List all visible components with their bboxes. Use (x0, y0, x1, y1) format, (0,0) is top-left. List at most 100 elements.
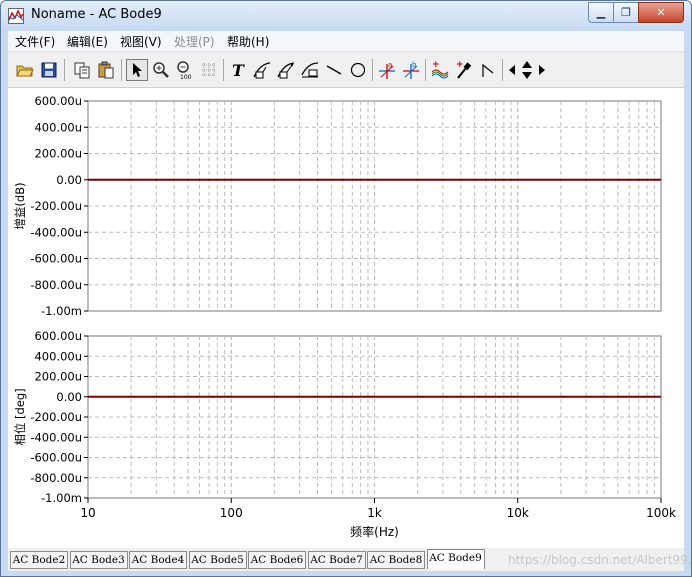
x-tick-label: 10k (507, 506, 529, 520)
move-right-button[interactable] (535, 59, 549, 81)
cursor-a-icon: a (379, 61, 395, 79)
text-tool-button[interactable]: T (227, 59, 249, 81)
gain-y-tick-label: -800.00u (30, 278, 82, 292)
gain-y-axis-label: 增益(dB) (13, 182, 27, 229)
tab-ac-bode5[interactable]: AC Bode5 (188, 551, 247, 569)
circle-tool-button[interactable] (347, 59, 369, 81)
line-icon (326, 65, 342, 75)
phase-y-tick-label: 600.00u (34, 329, 82, 343)
zoom-in-icon (153, 62, 169, 78)
gain-y-tick-label: 200.00u (34, 147, 82, 161)
grid-button[interactable] (198, 59, 220, 81)
grid-icon (202, 63, 216, 77)
x-axis-label: 频率(Hz) (350, 524, 399, 539)
close-icon: ✕ (656, 6, 666, 19)
select-tool-button[interactable] (126, 59, 148, 81)
gain-y-tick-label: 0.00 (56, 173, 82, 187)
client-area: 文件(F) 编辑(E) 视图(V) 处理(P) 帮助(H) 100 T a b … (8, 31, 691, 571)
cursor-a-button[interactable]: a (376, 59, 398, 81)
menu-help[interactable]: 帮助(H) (227, 33, 269, 50)
tab-ac-bode3[interactable]: AC Bode3 (69, 551, 128, 569)
toolbar-separator (223, 59, 224, 81)
phase-y-tick-label: -400.00u (30, 430, 82, 444)
line-tool-button[interactable] (323, 59, 345, 81)
cursor-b-icon: b (403, 61, 419, 79)
bode-plot[interactable]: 600.00u 400.00u 200.00u 0.00 -200.00u -400.00… (8, 88, 684, 548)
window-title: Noname - AC Bode9 (31, 7, 162, 22)
curves-icon: + (431, 60, 449, 79)
x-tick-label: 100 (220, 506, 243, 520)
pointer-icon (133, 63, 142, 77)
move-left-button[interactable] (505, 59, 519, 81)
pick-color-button[interactable]: + (453, 59, 475, 81)
menu-process[interactable]: 处理(P) (174, 33, 215, 50)
toolbar-separator (372, 59, 373, 81)
zoom-in-button[interactable] (150, 59, 172, 81)
menu-bar: 文件(F) 编辑(E) 视图(V) 处理(P) 帮助(H) (8, 31, 684, 52)
save-icon (41, 62, 57, 78)
arrow-left-icon (509, 65, 515, 75)
gain-y-tick-label: -600.00u (30, 252, 82, 266)
tab-ac-bode9[interactable]: AC Bode9 (426, 549, 485, 569)
label-1-button[interactable] (251, 59, 273, 81)
svg-text:+: + (432, 60, 440, 70)
x-tick-label: 1k (367, 506, 382, 520)
toolbar-separator (121, 59, 122, 81)
move-updown-button[interactable] (518, 59, 536, 81)
minimize-button[interactable]: ▁ (588, 2, 614, 23)
zoom-100-icon: 100 (177, 61, 192, 80)
tab-ac-bode8[interactable]: AC Bode8 (367, 551, 425, 569)
phase-y-tick-label: 400.00u (34, 349, 82, 363)
toolbar: 100 T a b + + (8, 53, 684, 88)
menu-view[interactable]: 视图(V) (120, 33, 162, 50)
toolbar-separator (425, 59, 426, 81)
label-3-icon (301, 62, 319, 78)
paste-icon (98, 61, 114, 79)
save-button[interactable] (38, 59, 60, 81)
app-window: Noname - AC Bode9 ▁ ❐ ✕ 文件(F) 编辑(E) 视图(V… (0, 0, 692, 577)
tab-ac-bode6[interactable]: AC Bode6 (248, 551, 306, 569)
gain-y-tick-label: 600.00u (34, 94, 82, 108)
phase-y-tick-label: -200.00u (30, 410, 82, 424)
phase-y-tick-label: 200.00u (34, 370, 82, 384)
zoom-100-button[interactable]: 100 (174, 59, 196, 81)
gain-y-tick-label: -1.00m (41, 304, 82, 318)
zoom-100-label: 100 (180, 74, 192, 80)
tab-ac-bode4[interactable]: AC Bode4 (129, 551, 187, 569)
svg-text:a: a (388, 61, 392, 69)
step-button[interactable] (477, 59, 499, 81)
copy-icon (74, 62, 90, 79)
tab-ac-bode7[interactable]: AC Bode7 (307, 551, 366, 569)
watermark-text: https://blog.csdn.net/Albert992 (508, 553, 692, 567)
toolbar-separator (502, 59, 503, 81)
label-2-icon (277, 62, 295, 79)
gain-y-tick-label: -200.00u (30, 199, 82, 213)
arrow-right-icon (539, 65, 545, 75)
svg-text:+: + (456, 60, 464, 70)
label-3-button[interactable] (299, 59, 321, 81)
x-tick-label: 10 (80, 506, 95, 520)
menu-edit[interactable]: 编辑(E) (67, 33, 108, 50)
phase-y-tick-label: -800.00u (30, 471, 82, 485)
pick-color-icon: + (456, 60, 472, 79)
curves-button[interactable]: + (429, 59, 451, 81)
plot-area[interactable]: 600.00u 400.00u 200.00u 0.00 -200.00u -400.00… (8, 88, 684, 548)
paste-button[interactable] (95, 59, 117, 81)
phase-y-tick-label: -1.00m (41, 491, 82, 505)
cursor-b-button[interactable]: b (400, 59, 422, 81)
copy-button[interactable] (71, 59, 93, 81)
tab-ac-bode2[interactable]: AC Bode2 (10, 551, 68, 569)
phase-y-axis-label: 相位 [deg] (13, 388, 27, 445)
restore-icon: ❐ (621, 6, 631, 19)
label-2-button[interactable] (275, 59, 297, 81)
minimize-icon: ▁ (596, 6, 606, 19)
x-tick-label: 100k (646, 506, 676, 520)
maximize-button[interactable]: ❐ (613, 2, 639, 23)
phase-y-tick-label: -600.00u (30, 451, 82, 465)
toolbar-separator (64, 59, 65, 81)
open-button[interactable] (14, 59, 36, 81)
gain-y-tick-label: 400.00u (34, 120, 82, 134)
menu-file[interactable]: 文件(F) (15, 33, 55, 50)
close-button[interactable]: ✕ (638, 2, 684, 23)
title-bar[interactable]: Noname - AC Bode9 ▁ ❐ ✕ (1, 1, 691, 31)
